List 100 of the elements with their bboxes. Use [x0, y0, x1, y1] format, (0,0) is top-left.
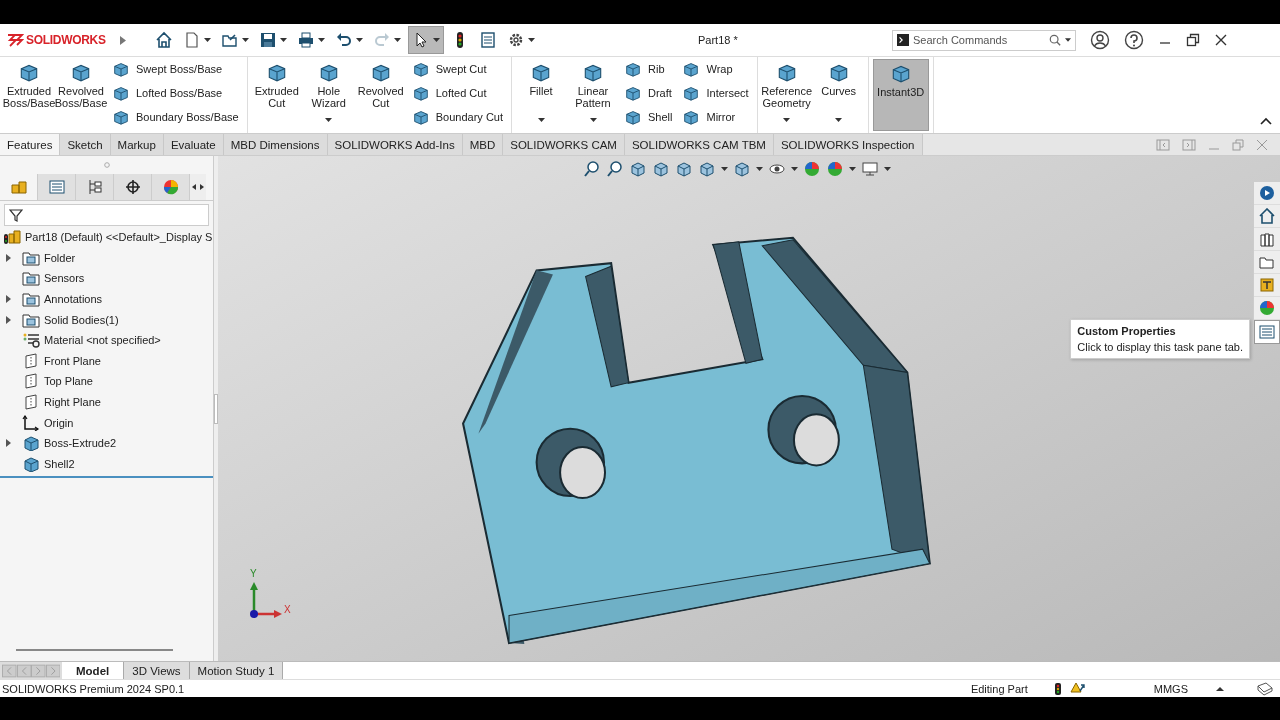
tree-item[interactable]: Sensors [0, 268, 213, 289]
expand-arrow-icon[interactable] [120, 35, 126, 45]
command-tab[interactable]: SOLIDWORKS Add-Ins [327, 134, 463, 155]
ribbon-button[interactable]: Reference Geometry [761, 59, 812, 131]
caret-icon[interactable] [325, 118, 333, 123]
zoom-area-icon[interactable] [606, 160, 624, 178]
ribbon-button[interactable]: Boundary Cut [411, 107, 503, 127]
speech-bubble-icon[interactable] [1256, 681, 1274, 696]
section-view-icon[interactable] [652, 160, 670, 178]
ribbon-button[interactable]: Draft [624, 83, 673, 103]
ribbon-button[interactable]: Boundary Boss/Base [112, 107, 239, 127]
search-icon[interactable] [1049, 33, 1061, 47]
ribbon-button[interactable]: Instant3D [872, 59, 929, 131]
caret-icon[interactable] [791, 166, 798, 172]
ribbon-button[interactable]: Hole Wizard [303, 59, 354, 131]
undo-icon[interactable] [335, 31, 353, 49]
ribbon-button[interactable]: Revolved Cut [355, 59, 406, 131]
ribbon-button[interactable]: Intersect [682, 83, 749, 103]
filter-field[interactable] [4, 204, 209, 226]
tree-item[interactable]: Folder [0, 247, 213, 269]
settings-icon[interactable] [507, 31, 525, 49]
caret-icon[interactable] [783, 118, 791, 123]
units-selector[interactable]: MMGS [1153, 682, 1188, 695]
ribbon-button[interactable]: Fillet [516, 59, 566, 131]
command-tab[interactable]: Evaluate [163, 134, 224, 155]
dynamic-annotation-icon[interactable] [675, 160, 693, 178]
previous-view-icon[interactable] [629, 160, 647, 178]
ribbon-button[interactable]: Lofted Cut [411, 83, 503, 103]
ribbon-button[interactable]: Wrap [682, 59, 749, 79]
save-icon[interactable] [259, 31, 277, 49]
ribbon-button[interactable]: Curves [813, 59, 864, 131]
caret-icon[interactable] [1065, 37, 1071, 43]
caret-icon[interactable] [589, 118, 597, 123]
tree-item[interactable]: Part18 (Default) <<Default>_Display S [0, 227, 213, 248]
caret-icon[interactable] [433, 37, 440, 43]
tree-item[interactable]: Solid Bodies(1) [0, 309, 213, 330]
caret-icon[interactable] [756, 166, 763, 172]
expand-arrow-icon[interactable] [6, 315, 12, 324]
user-icon[interactable] [1090, 30, 1110, 50]
property-tab[interactable] [38, 174, 76, 200]
tree-item[interactable]: Origin [0, 412, 213, 433]
caret-icon[interactable] [835, 118, 843, 123]
view-orientation-icon[interactable] [698, 160, 716, 178]
collapse-ribbon-icon[interactable] [1260, 117, 1272, 125]
caret-icon[interactable] [204, 37, 211, 43]
command-tab[interactable]: MBD Dimensions [223, 134, 328, 155]
open-folder-icon[interactable] [221, 31, 239, 49]
restore-icon[interactable] [1186, 33, 1200, 47]
caret-icon[interactable] [849, 166, 856, 172]
command-tab[interactable]: Features [0, 134, 61, 155]
tree-item[interactable]: Front Plane [0, 350, 213, 372]
caret-icon[interactable] [884, 166, 891, 172]
traffic-light-icon[interactable] [1053, 681, 1062, 696]
tree-item[interactable]: Boss-Extrude2 [0, 432, 213, 454]
appearance-tab[interactable] [152, 174, 190, 200]
expand-arrow-icon[interactable] [6, 253, 12, 262]
caret-icon[interactable] [242, 37, 249, 43]
tree-item[interactable]: Top Plane [0, 371, 213, 392]
caret-icon[interactable] [1216, 685, 1224, 692]
tile-right-icon[interactable] [1182, 138, 1196, 151]
ribbon-button[interactable]: Extruded Boss/Base [4, 59, 54, 131]
zoom-fit-icon[interactable] [583, 160, 601, 178]
tile-left-icon[interactable] [1156, 138, 1170, 151]
splitter-handle[interactable] [214, 393, 218, 424]
command-tab[interactable]: Markup [110, 134, 164, 155]
ribbon-button[interactable]: Extruded Cut [251, 59, 302, 131]
caret-icon[interactable] [528, 37, 535, 43]
ribbon-button[interactable]: Lofted Boss/Base [112, 83, 239, 103]
ribbon-button[interactable]: Swept Boss/Base [112, 59, 239, 79]
expand-arrow-icon[interactable] [6, 439, 12, 448]
ribbon-button[interactable]: Rib [624, 59, 673, 79]
caret-icon[interactable] [721, 166, 728, 172]
ribbon-button[interactable]: Shell [624, 107, 673, 127]
printer-icon[interactable] [297, 31, 315, 49]
model-tab[interactable]: Motion Study 1 [189, 662, 284, 679]
command-tab[interactable]: SOLIDWORKS Inspection [773, 134, 923, 155]
expand-arrow-icon[interactable] [6, 295, 12, 304]
close-icon[interactable] [1214, 33, 1228, 47]
caret-icon[interactable] [356, 37, 363, 43]
warning-icon[interactable] [1069, 681, 1086, 696]
edit-appearance-icon[interactable] [803, 160, 821, 178]
scrollbar[interactable] [16, 649, 173, 651]
command-tab[interactable]: SOLIDWORKS CAM [503, 134, 625, 155]
toolbar-button[interactable] [408, 26, 444, 54]
command-tab[interactable]: Sketch [60, 134, 111, 155]
search-field[interactable]: Search Commands [892, 29, 1076, 51]
monitor-icon[interactable] [861, 160, 879, 178]
ribbon-button[interactable]: Mirror [682, 107, 749, 127]
command-tab[interactable]: MBD [462, 134, 504, 155]
tree-item[interactable]: Material <not specified> [0, 329, 213, 351]
tree-item[interactable]: Right Plane [0, 391, 213, 413]
caret-icon[interactable] [537, 118, 545, 123]
tree-item[interactable]: Annotations [0, 288, 213, 310]
command-tab[interactable]: SOLIDWORKS CAM TBM [624, 134, 774, 155]
grip-icon[interactable] [103, 162, 110, 168]
help-icon[interactable] [1124, 30, 1144, 50]
model-tab[interactable]: 3D Views [124, 662, 190, 679]
caret-icon[interactable] [280, 37, 287, 43]
ribbon-button[interactable]: Swept Cut [411, 59, 503, 79]
ribbon-button[interactable]: Revolved Boss/Base [56, 59, 106, 131]
